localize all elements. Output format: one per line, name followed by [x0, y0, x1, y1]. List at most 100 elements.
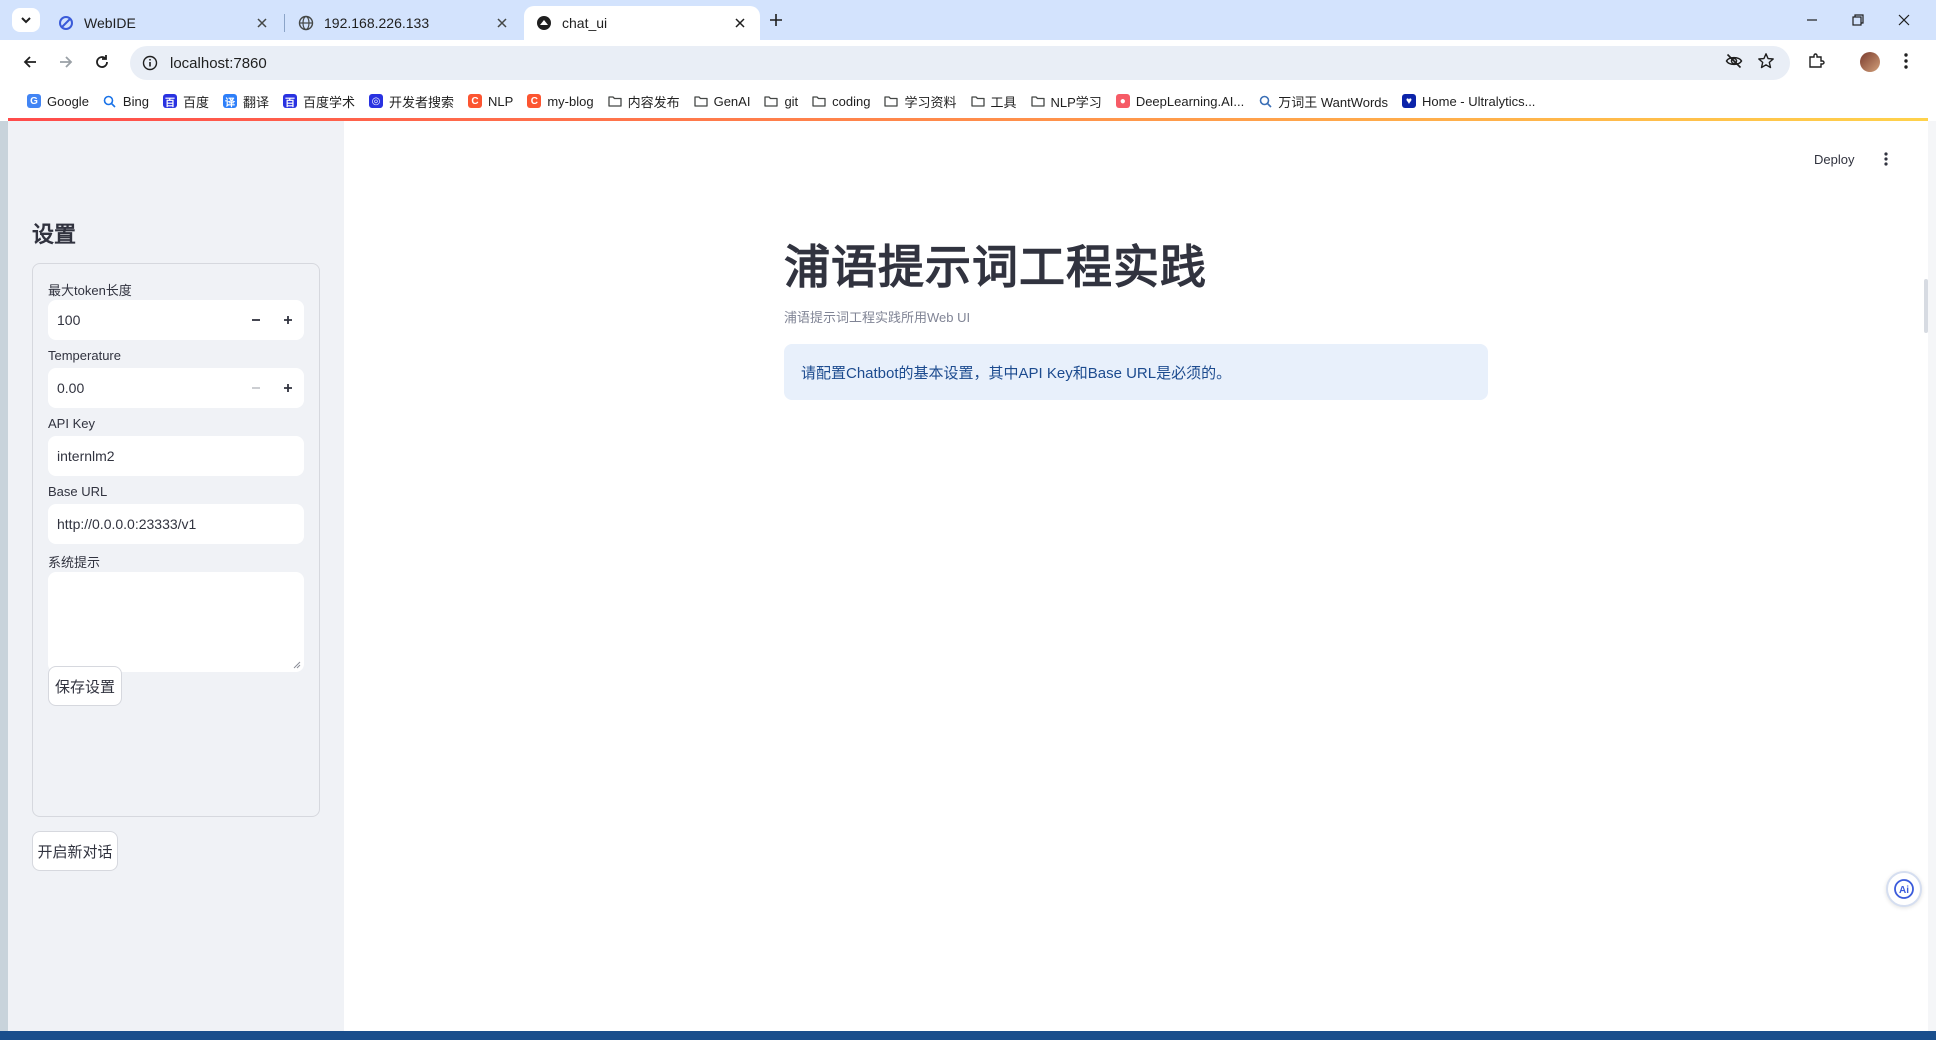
streamlit-icon [536, 15, 552, 31]
bookmark-label: 百度学术 [302, 94, 355, 110]
folder-icon [1030, 94, 1045, 108]
browser-menu-button[interactable] [1894, 49, 1918, 73]
bookmark-item[interactable]: Cmy-blog [520, 88, 600, 114]
ai-assistant-button[interactable]: Ai [1886, 871, 1922, 907]
profile-avatar[interactable] [1860, 52, 1880, 72]
close-icon[interactable] [494, 15, 510, 31]
folder-icon [693, 94, 708, 108]
bookmark-item[interactable]: 百百度学术 [276, 88, 362, 114]
info-alert-text: 请配置Chatbot的基本设置，其中API Key和Base URL是必须的。 [801, 364, 1232, 382]
bookmark-item[interactable]: G Google [20, 88, 96, 114]
extensions-button[interactable] [1804, 49, 1828, 73]
bookmark-item[interactable]: coding [805, 88, 877, 114]
close-icon [1898, 14, 1910, 26]
bookmark-item[interactable]: NLP学习 [1024, 88, 1109, 114]
save-settings-button[interactable]: 保存设置 [48, 666, 122, 706]
decrement-button[interactable] [240, 300, 272, 340]
tab-title: WebIDE [84, 15, 136, 31]
window-edge [1928, 121, 1936, 1031]
dev-search-icon: ◎ [369, 94, 383, 108]
bookmark-item[interactable]: 学习资料 [877, 88, 963, 114]
bookmark-item[interactable]: 万词王 WantWords [1251, 88, 1395, 114]
app-menu-button[interactable] [1874, 147, 1898, 171]
url-text[interactable]: localhost:7860 [170, 55, 267, 72]
tab-title: 192.168.226.133 [324, 15, 430, 31]
settings-form: 最大token长度 100 Temperature 0.00 API Key i… [32, 263, 320, 817]
bookmark-label: DeepLearning.AI... [1135, 93, 1245, 109]
new-chat-button[interactable]: 开启新对话 [32, 831, 118, 871]
plus-icon [284, 384, 292, 392]
tab-search-button[interactable] [12, 8, 40, 32]
restore-button[interactable] [1846, 8, 1870, 32]
browser-toolbar: localhost:7860 [0, 40, 1936, 84]
minimize-button[interactable] [1800, 8, 1824, 32]
tab-separator [284, 14, 285, 32]
max-tokens-value[interactable]: 100 [48, 312, 240, 328]
system-prompt-textarea[interactable] [48, 572, 304, 672]
reload-icon [96, 55, 108, 68]
bookmark-label: NLP学习 [1050, 94, 1102, 110]
bookmark-item[interactable]: git [757, 88, 805, 114]
tracking-protection-button[interactable] [1722, 49, 1746, 73]
reload-button[interactable] [90, 50, 114, 74]
bookmark-item[interactable]: 译翻译 [216, 88, 276, 114]
increment-button[interactable] [272, 368, 304, 408]
resize-grip-icon[interactable] [293, 661, 301, 669]
sidebar-title: 设置 [32, 222, 77, 247]
max-tokens-label: 最大token长度 [48, 283, 132, 298]
temperature-input[interactable]: 0.00 [48, 368, 304, 408]
bookmark-label: 开发者搜索 [389, 94, 455, 110]
bookmark-label: 万词王 WantWords [1278, 94, 1389, 110]
main-content: Deploy 浦语提示词工程实践 浦语提示词工程实践所用Web UI 请配置Ch… [344, 121, 1928, 1031]
taskbar-edge [0, 1031, 1936, 1040]
bookmark-item[interactable]: 工具 [964, 88, 1024, 114]
bookmark-item[interactable]: ◎ 开发者搜索 [362, 88, 461, 114]
close-icon[interactable] [254, 15, 270, 31]
temperature-value[interactable]: 0.00 [48, 380, 240, 396]
api-key-label: API Key [48, 416, 95, 431]
decrement-button[interactable] [240, 368, 272, 408]
bookmark-item[interactable]: GenAI [687, 88, 758, 114]
bookmark-label: coding [832, 93, 871, 109]
deploy-button[interactable]: Deploy [1814, 147, 1854, 171]
tab-webide[interactable]: WebIDE [46, 6, 282, 40]
csdn-icon: C [527, 94, 542, 108]
system-prompt-label: 系统提示 [48, 555, 101, 570]
forward-button[interactable] [54, 50, 78, 74]
bookmark-item[interactable]: 百百度 [156, 88, 216, 114]
bookmark-label: Home - Ultralytics... [1422, 93, 1536, 109]
translate-icon: 译 [222, 94, 237, 109]
address-bar[interactable]: localhost:7860 [130, 46, 1790, 80]
minus-icon [252, 319, 260, 321]
tab-remote-ip[interactable]: 192.168.226.133 [286, 6, 522, 40]
bookmark-item[interactable]: ● DeepLearning.AI... [1109, 88, 1251, 114]
tab-title: chat_ui [562, 15, 608, 31]
base-url-input[interactable]: http://0.0.0.0:23333/v1 [48, 504, 304, 544]
info-alert: 请配置Chatbot的基本设置，其中API Key和Base URL是必须的。 [784, 344, 1488, 400]
new-tab-button[interactable] [764, 8, 788, 32]
site-info-icon[interactable] [142, 55, 158, 71]
max-tokens-input[interactable]: 100 [48, 300, 304, 340]
folder-icon [884, 94, 899, 108]
minus-icon [252, 387, 260, 389]
bookmark-item[interactable]: 内容发布 [601, 88, 687, 114]
increment-button[interactable] [272, 300, 304, 340]
webide-icon [58, 15, 74, 31]
plus-icon [770, 14, 782, 26]
api-key-input[interactable]: internlm2 [48, 436, 304, 476]
baidu-icon: 百 [162, 94, 177, 109]
close-icon[interactable] [732, 15, 748, 31]
bookmark-label: 百度 [182, 94, 209, 110]
arrow-left-icon [23, 56, 36, 68]
bookmark-item[interactable]: Bing [96, 88, 156, 114]
window-close-button[interactable] [1892, 8, 1916, 32]
bookmark-star-button[interactable] [1754, 49, 1778, 73]
arrow-right-icon [60, 56, 73, 68]
browser-titlebar: WebIDE 192.168.226.133 chat_ui [0, 0, 1936, 40]
back-button[interactable] [18, 50, 42, 74]
bookmark-item[interactable]: ♥ Home - Ultralytics... [1395, 88, 1542, 114]
bookmark-item[interactable]: C NLP [461, 88, 520, 114]
ultralytics-icon: ♥ [1402, 94, 1417, 108]
baidu-icon: 百 [282, 94, 297, 109]
tab-chat-ui[interactable]: chat_ui [524, 6, 760, 40]
